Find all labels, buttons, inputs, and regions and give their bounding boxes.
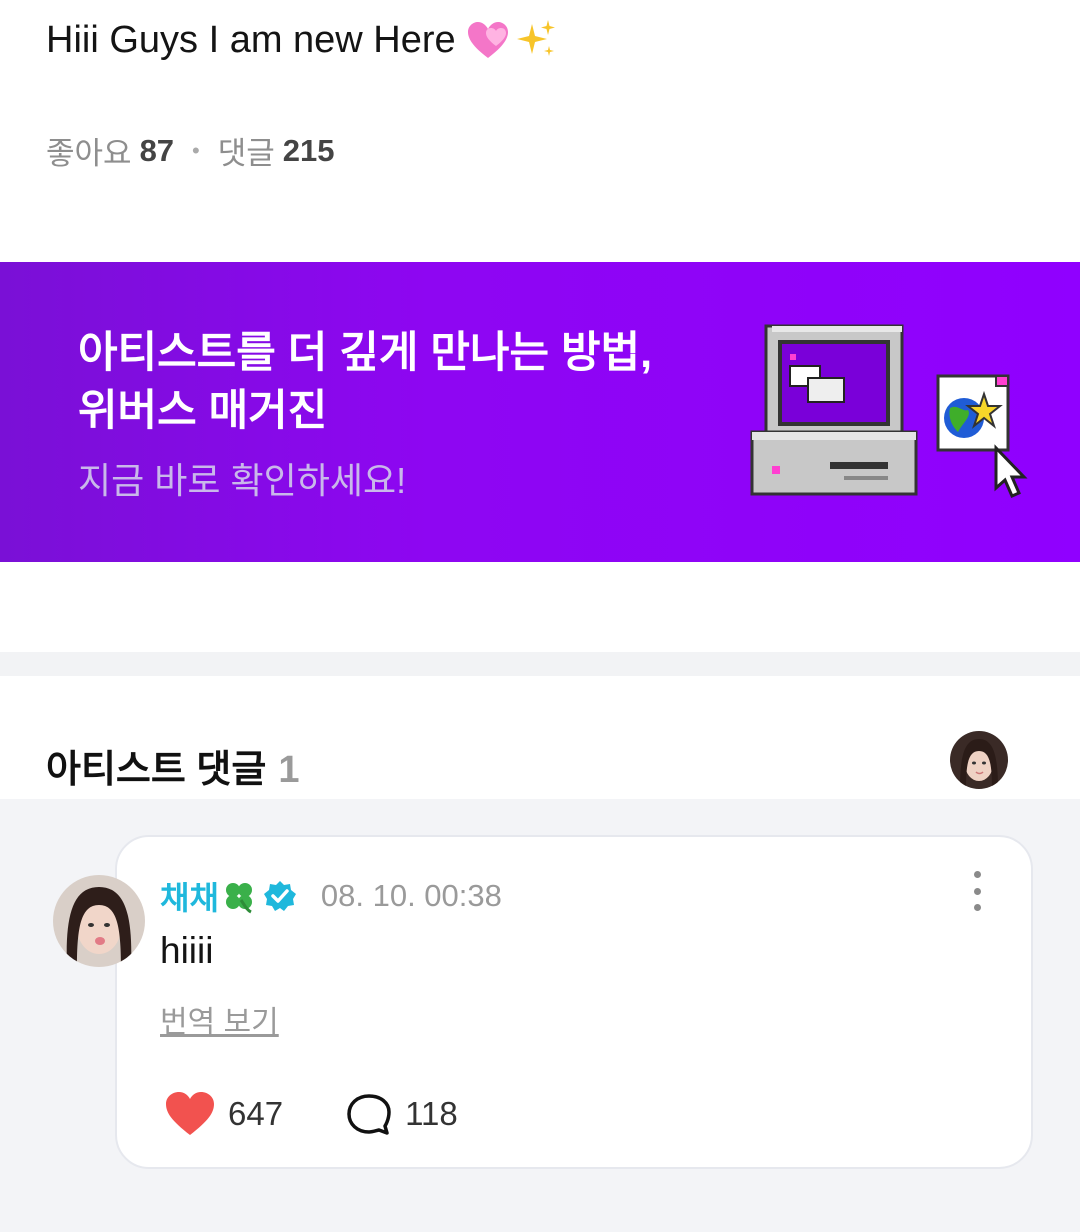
separator-dot: • — [192, 137, 200, 163]
like-button[interactable]: 647 — [164, 1091, 283, 1137]
four-leaf-clover-icon — [221, 878, 257, 914]
heart-icon — [164, 1091, 216, 1137]
retro-computer-icon — [750, 324, 1028, 498]
artist-avatar-image — [950, 731, 1008, 789]
comment-count: 215 — [282, 132, 335, 168]
translate-link[interactable]: 번역 보기 — [160, 997, 279, 1041]
reply-button[interactable]: 118 — [345, 1092, 458, 1136]
banner-title-line1: 아티스트를 더 깊게 만나는 방법, — [78, 329, 653, 377]
like-count: 87 — [139, 132, 175, 168]
speech-bubble-icon — [345, 1092, 393, 1136]
comment-author-avatar-image — [53, 875, 145, 967]
magazine-banner[interactable]: 아티스트를 더 깊게 만나는 방법, 위버스 매거진 지금 바로 확인하세요! — [0, 262, 1080, 562]
banner-subtitle: 지금 바로 확인하세요! — [78, 460, 407, 501]
artist-comments-count: 1 — [278, 749, 300, 791]
section-divider — [0, 652, 1080, 676]
more-options-icon[interactable] — [965, 871, 989, 911]
post-stats: 좋아요 87 • 댓글 215 — [46, 128, 335, 173]
artist-comments-title: 아티스트 댓글 — [46, 749, 267, 791]
post-title-text: Hiii Guys I am new Here — [46, 18, 456, 61]
comment-author-name[interactable]: 채채 — [160, 873, 219, 919]
reply-count: 118 — [405, 1095, 458, 1132]
comment-label: 댓글 — [217, 136, 275, 171]
verified-badge-icon — [263, 879, 297, 913]
sparkles-icon — [516, 20, 555, 56]
artist-comment-card[interactable]: 채채 08. 10. 00:38 hiiii 번역 보기 647 118 — [115, 835, 1033, 1169]
avatar[interactable] — [950, 731, 1008, 789]
comment-actions: 647 118 — [164, 1091, 458, 1137]
comment-text: hiiii — [160, 930, 214, 971]
avatar[interactable] — [53, 875, 145, 967]
banner-title-line2: 위버스 매거진 — [78, 387, 328, 435]
like-label: 좋아요 — [46, 136, 132, 171]
artist-comments-heading: 아티스트 댓글 1 — [46, 738, 299, 793]
comment-author-row: 채채 08. 10. 00:38 — [160, 873, 502, 919]
like-count: 647 — [228, 1095, 284, 1132]
heart-icon — [467, 22, 508, 58]
banner-title: 아티스트를 더 깊게 만나는 방법, 위버스 매거진 — [78, 324, 652, 440]
comment-timestamp: 08. 10. 00:38 — [320, 878, 502, 913]
post-title: Hiii Guys I am new Here — [46, 18, 558, 62]
